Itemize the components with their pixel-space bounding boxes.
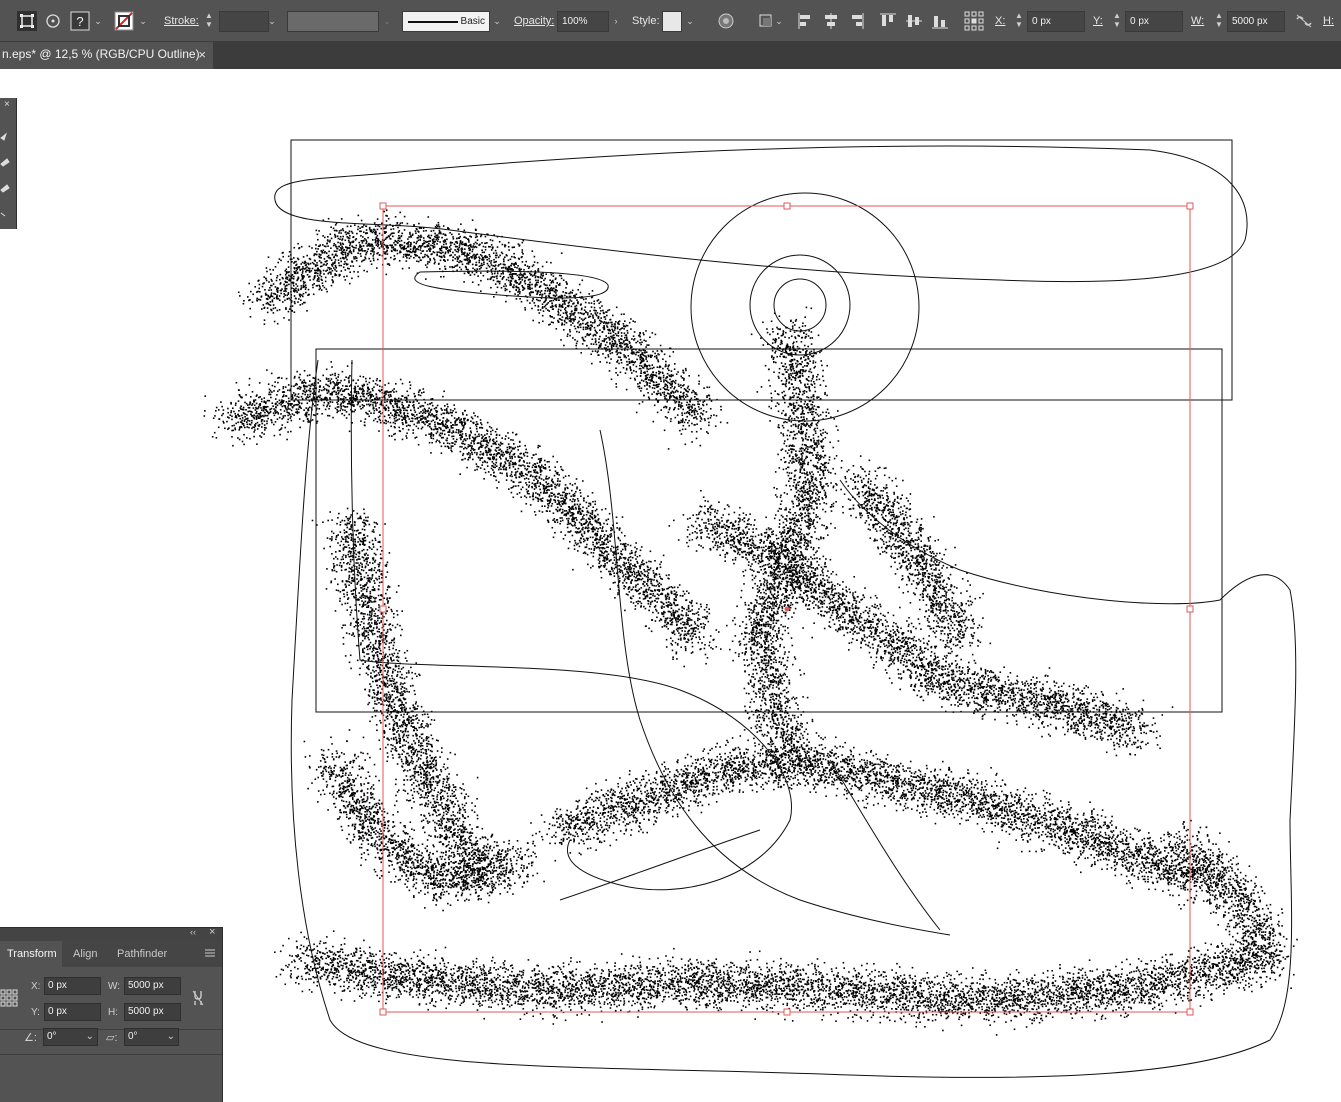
reference-point-icon[interactable]: [963, 10, 985, 32]
style-dropdown[interactable]: ⌄: [684, 11, 696, 31]
w-label[interactable]: W:: [1191, 11, 1204, 31]
variable-width-dropdown: ⌄: [381, 11, 393, 31]
brush-stroke-preview: [408, 21, 458, 23]
brush-tool-icon: [0, 184, 10, 193]
brush-definition-field[interactable]: Basic: [402, 11, 490, 32]
outline-inner-1: [350, 359, 792, 891]
tab-align[interactable]: Align: [73, 941, 97, 967]
stroke-weight-dropdown[interactable]: ⌄: [266, 11, 278, 31]
panel-header-strip: ‹‹ ×: [0, 926, 222, 941]
rotate-value: 0°: [47, 1031, 57, 1042]
transform-h-field[interactable]: 5000 px: [124, 1003, 181, 1021]
y-stepper[interactable]: ▲ ▼: [1112, 11, 1122, 31]
bbox-handle: [379, 202, 387, 210]
graphic-style-swatch[interactable]: [662, 11, 682, 32]
target-icon[interactable]: [42, 10, 64, 32]
question-mark-icon: ?: [76, 14, 83, 29]
brush-profile-label: Basic: [461, 12, 485, 31]
transform-x-field[interactable]: 0 px: [44, 977, 101, 995]
panel-collapse-icon[interactable]: ‹‹: [190, 927, 196, 937]
opacity-arrow[interactable]: ›: [610, 11, 622, 31]
stroke-weight-field[interactable]: [219, 11, 269, 32]
panel-close-icon[interactable]: ×: [209, 926, 215, 938]
w-field[interactable]: 5000 px: [1227, 11, 1285, 32]
align-right-icon[interactable]: [846, 10, 868, 32]
transform-w-label: W:: [108, 981, 120, 992]
x-stepper[interactable]: ▲ ▼: [1014, 11, 1024, 31]
opacity-field[interactable]: 100%: [557, 11, 609, 32]
shear-field[interactable]: 0° ⌄: [124, 1028, 179, 1046]
outline-circle-medium: [749, 254, 851, 356]
constrain-width-height-icon[interactable]: [190, 988, 206, 1011]
stroke-dropdown-caret[interactable]: ⌄: [137, 11, 149, 31]
w-stepper[interactable]: ▲ ▼: [1214, 11, 1224, 31]
tab-transform[interactable]: Transform: [0, 941, 62, 967]
pen-tool-icon: [0, 132, 8, 141]
tools-panel: ×: [0, 98, 17, 229]
stipple-dots: [203, 209, 1298, 1036]
align-bottom-icon[interactable]: [929, 10, 951, 32]
align-left-icon[interactable]: [794, 10, 816, 32]
recolor-artwork-icon[interactable]: [715, 10, 737, 32]
bbox-handle: [1186, 202, 1194, 210]
shear-dropdown-caret[interactable]: ⌄: [167, 1029, 175, 1045]
tab-pathfinder[interactable]: Pathfinder: [117, 941, 167, 967]
pencil-tool-icon: [0, 158, 10, 167]
bbox-handle: [379, 605, 387, 613]
document-tab[interactable]: n.eps* @ 12,5 % (RGB/CPU Outline) ×: [0, 42, 213, 69]
align-to-dropdown[interactable]: ⌄: [773, 11, 785, 31]
align-top-icon[interactable]: [877, 10, 899, 32]
panel-divider: [0, 1029, 222, 1030]
transform-x-label: X:: [31, 981, 40, 992]
y-field[interactable]: 0 px: [1125, 11, 1183, 32]
transform-h-label: H:: [108, 1007, 118, 1018]
outline-inner-3: [829, 759, 941, 931]
reference-point-locator[interactable]: [0, 989, 18, 1012]
rotate-field[interactable]: 0° ⌄: [43, 1028, 98, 1046]
outline-blob-top: [274, 145, 1248, 283]
panel-tabs: Transform Align Pathfinder: [0, 941, 222, 967]
close-document-icon[interactable]: ×: [198, 42, 206, 67]
x-field[interactable]: 0 px: [1027, 11, 1085, 32]
align-vertical-center-icon[interactable]: [903, 10, 925, 32]
outline-rect-top: [290, 139, 1233, 401]
bbox-center-point: [784, 606, 790, 612]
style-label: Style:: [632, 11, 660, 31]
bbox-handle: [379, 1008, 387, 1016]
outline-circle-small: [773, 278, 827, 332]
bbox-handle: [783, 1008, 791, 1016]
bbox-handle: [1186, 1008, 1194, 1016]
h-label[interactable]: H:: [1323, 11, 1334, 31]
document-tab-bar: n.eps* @ 12,5 % (RGB/CPU Outline) ×: [0, 42, 1341, 69]
transform-y-field[interactable]: 0 px: [44, 1003, 101, 1021]
constrain-proportions-icon[interactable]: [1293, 10, 1315, 32]
rotate-icon: ∠:: [24, 1031, 37, 1044]
selection-mode-icon[interactable]: [16, 10, 38, 32]
smooth-tool-icon: [0, 212, 6, 217]
control-bar: ? ⌄ ⌄ Stroke: ▲ ▼ ⌄ ⌄ Basic ⌄ Opacity: 10…: [0, 0, 1341, 42]
stroke-label[interactable]: Stroke:: [164, 11, 199, 31]
fill-dropdown-caret[interactable]: ⌄: [92, 11, 104, 31]
transform-y-label: Y:: [31, 1007, 40, 1018]
shear-value: 0°: [128, 1031, 138, 1042]
rotate-dropdown-caret[interactable]: ⌄: [86, 1029, 94, 1045]
panel-menu-icon[interactable]: [204, 947, 216, 962]
shear-icon: ▱:: [106, 1031, 118, 1044]
transform-panel: ‹‹ × Transform Align Pathfinder X: 0 px …: [0, 926, 223, 1102]
brush-dropdown[interactable]: ⌄: [491, 11, 503, 31]
panel-divider-bottom: [0, 1054, 222, 1055]
opacity-label[interactable]: Opacity:: [514, 11, 554, 31]
fill-swatch[interactable]: ?: [69, 10, 91, 32]
x-label[interactable]: X:: [995, 11, 1005, 31]
transform-w-field[interactable]: 5000 px: [124, 977, 181, 995]
align-horizontal-center-icon[interactable]: [820, 10, 842, 32]
stroke-swatch[interactable]: [113, 10, 135, 32]
variable-width-profile: [287, 11, 379, 32]
stroke-weight-stepper[interactable]: ▲ ▼: [204, 11, 214, 31]
bbox-handle: [1186, 605, 1194, 613]
bbox-handle: [783, 202, 791, 210]
y-label[interactable]: Y:: [1093, 11, 1103, 31]
document-tab-title: n.eps* @ 12,5 % (RGB/CPU Outline): [2, 47, 200, 61]
selection-bounding-box[interactable]: [379, 202, 1194, 1016]
